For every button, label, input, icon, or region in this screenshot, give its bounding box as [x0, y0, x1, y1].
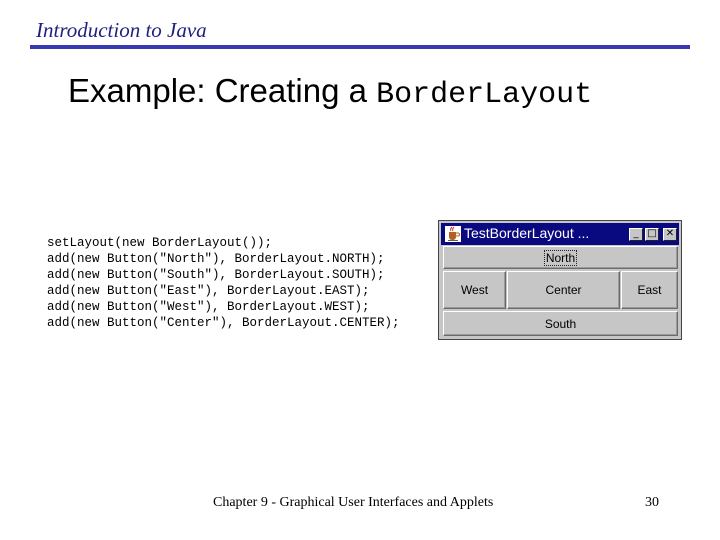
north-button[interactable]: North: [443, 246, 678, 269]
window-titlebar[interactable]: TestBorderLayout ... _ □ ✕: [441, 223, 679, 245]
close-button[interactable]: ✕: [663, 228, 677, 241]
header-rule: [30, 45, 690, 49]
window-title: TestBorderLayout ...: [464, 225, 590, 241]
south-button[interactable]: South: [443, 311, 678, 336]
slide-title: Example: Creating a BorderLayout: [68, 72, 592, 112]
code-line: add(new Button("West"), BorderLayout.WES…: [47, 300, 370, 314]
west-button[interactable]: West: [443, 271, 506, 309]
minimize-button[interactable]: _: [629, 228, 643, 241]
awt-window: TestBorderLayout ... _ □ ✕ North West Ce…: [438, 220, 682, 340]
maximize-button[interactable]: □: [645, 228, 659, 241]
code-block: setLayout(new BorderLayout()); add(new Bu…: [47, 235, 400, 331]
slide-title-text: Example: Creating a: [68, 72, 377, 109]
java-cup-icon: [445, 226, 461, 242]
code-line: setLayout(new BorderLayout());: [47, 236, 273, 250]
east-button[interactable]: East: [621, 271, 678, 309]
north-button-label: North: [543, 249, 578, 266]
code-line: add(new Button("Center"), BorderLayout.C…: [47, 316, 400, 330]
page-number: 30: [645, 495, 659, 510]
code-line: add(new Button("South"), BorderLayout.SO…: [47, 268, 385, 282]
code-line: add(new Button("North"), BorderLayout.NO…: [47, 252, 385, 266]
footer-chapter: Chapter 9 - Graphical User Interfaces an…: [213, 495, 494, 510]
code-line: add(new Button("East"), BorderLayout.EAS…: [47, 284, 370, 298]
center-button[interactable]: Center: [507, 271, 620, 309]
slide-title-code: BorderLayout: [376, 78, 593, 112]
header-title: Introduction to Java: [36, 18, 207, 42]
